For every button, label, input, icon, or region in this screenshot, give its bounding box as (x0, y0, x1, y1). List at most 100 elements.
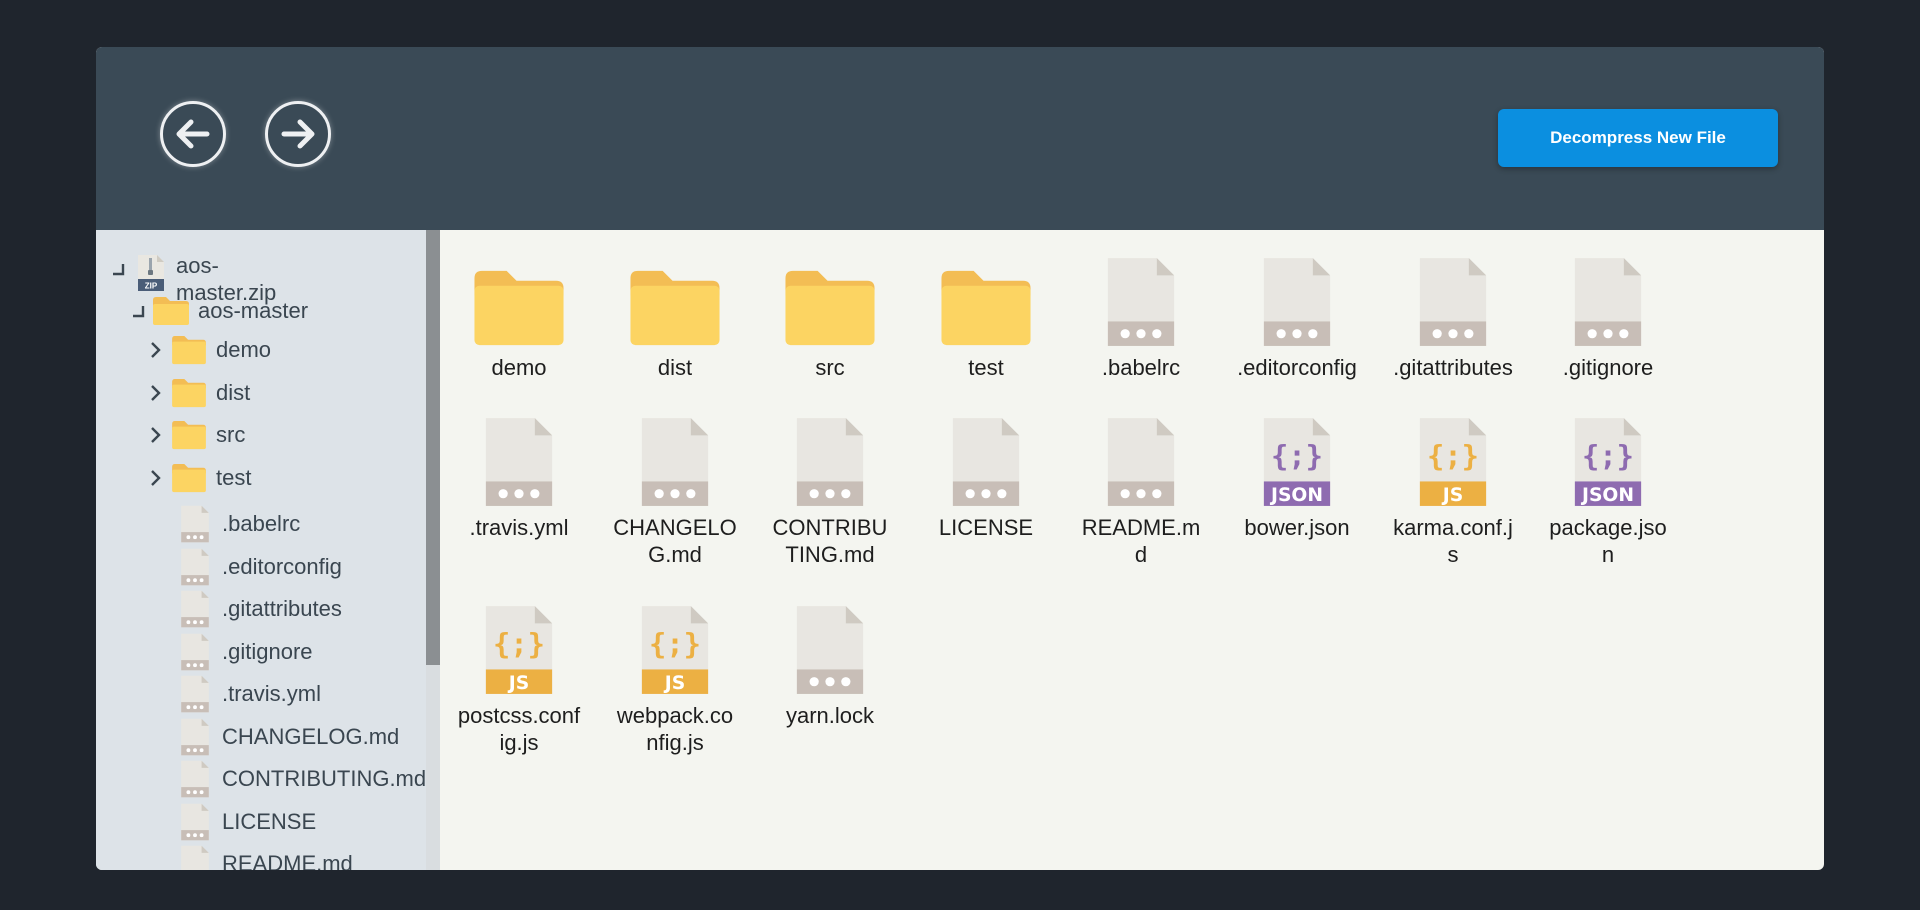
decompress-new-file-button[interactable]: Decompress New File (1498, 109, 1778, 167)
folder-icon (630, 270, 720, 346)
grid-item-package-json[interactable]: {;} JSON package.json (1545, 418, 1671, 568)
file-icon (952, 418, 1020, 506)
grid-item-babelrc[interactable]: .babelrc (1078, 258, 1204, 381)
grid-item-name: CHANGELOG.md (613, 515, 737, 567)
grid-item-yarn-lock[interactable]: yarn.lock (767, 606, 893, 729)
collapse-icon[interactable] (130, 300, 146, 322)
grid-item-name: postcss.config.js (457, 703, 581, 755)
file-icon (1107, 258, 1175, 346)
file-icon (1263, 258, 1331, 346)
folder-icon (474, 270, 564, 346)
svg-text:JS: JS (507, 673, 529, 694)
tree-item-changelog-md[interactable]: CHANGELOG.md (180, 718, 399, 756)
tree-item-label: dist (216, 379, 251, 405)
tree-folder-aos-master[interactable]: aos-master (130, 294, 308, 328)
js-file-icon: {;} JS (641, 606, 709, 694)
grid-item-name: .gitattributes (1393, 355, 1513, 380)
tree-item-label: .travis.yml (222, 681, 321, 706)
grid-item-changelog-md[interactable]: CHANGELOG.md (612, 418, 738, 568)
grid-item-travis-yml[interactable]: .travis.yml (456, 418, 582, 541)
tree-item-dist[interactable]: dist (148, 378, 250, 408)
grid-item-icon (794, 606, 866, 696)
grid-item-name: .babelrc (1101, 355, 1181, 380)
file-icon (181, 505, 209, 543)
tree-item-test[interactable]: test (148, 463, 251, 493)
tree-item-label: .gitattributes (222, 596, 342, 621)
tree-item-license[interactable]: LICENSE (180, 803, 316, 841)
grid-item-editorconfig[interactable]: .editorconfig (1234, 258, 1360, 381)
sidebar-scrollbar-thumb[interactable] (426, 230, 440, 665)
grid-item-name: .editorconfig (1237, 355, 1357, 380)
grid-item-name: src (815, 355, 845, 380)
chevron-right-icon[interactable] (148, 467, 164, 489)
file-icon (1107, 418, 1175, 506)
svg-text:{;}: {;} (649, 627, 701, 661)
tree-item-babelrc[interactable]: .babelrc (180, 505, 300, 543)
tree-folder-label: aos-master (198, 298, 309, 323)
tree-item-label: LICENSE (222, 808, 317, 834)
svg-text:JS: JS (1441, 485, 1463, 506)
tree-item-label: .gitignore (222, 638, 313, 664)
tree-item-editorconfig[interactable]: .editorconfig (180, 548, 342, 586)
js-file-icon: {;} JS (485, 606, 553, 694)
grid-item-dist[interactable]: dist (612, 260, 738, 381)
grid-item-demo[interactable]: demo (456, 260, 582, 381)
chevron-right-icon[interactable] (148, 382, 164, 404)
arrow-left-icon (176, 119, 210, 149)
grid-item-readme-md[interactable]: README.md (1078, 418, 1204, 568)
grid-item-karma-conf-js[interactable]: {;} JS karma.conf.js (1390, 418, 1516, 568)
grid-item-name: CONTRIBUTING.md (772, 515, 888, 567)
tree-item-readme-md[interactable]: README.md (180, 845, 353, 870)
collapse-icon[interactable] (110, 258, 126, 280)
grid-item-name: webpack.config.js (616, 703, 734, 755)
tree-item-gitignore[interactable]: .gitignore (180, 633, 313, 671)
file-icon (181, 548, 209, 585)
svg-text:{;}: {;} (1582, 439, 1634, 473)
grid-item-icon (794, 418, 866, 508)
grid-item-test[interactable]: test (923, 260, 1049, 381)
grid-item-icon: {;} JSON (1572, 418, 1644, 508)
tree-item-gitattributes[interactable]: .gitattributes (180, 590, 342, 628)
tree-item-src[interactable]: src (148, 420, 245, 450)
grid-item-gitattributes[interactable]: .gitattributes (1390, 258, 1516, 381)
folder-icon (172, 378, 206, 407)
svg-text:{;}: {;} (1427, 439, 1479, 473)
grid-item-name: README.md (1081, 515, 1201, 567)
grid-item-bower-json[interactable]: {;} JSON bower.json (1234, 418, 1360, 541)
grid-item-postcss-config-js[interactable]: {;} JS postcss.config.js (456, 606, 582, 756)
folder-icon (153, 297, 189, 325)
svg-text:{;}: {;} (1271, 439, 1323, 473)
file-icon (181, 718, 209, 755)
chevron-right-icon[interactable] (148, 339, 164, 361)
file-icon (796, 606, 864, 694)
grid-item-icon (483, 418, 555, 508)
tree-item-label: demo (216, 337, 272, 362)
tree-item-label: README.md (222, 851, 353, 870)
back-button[interactable] (160, 101, 226, 167)
chevron-right-icon[interactable] (148, 424, 164, 446)
file-icon (181, 760, 209, 798)
grid-item-contributing-md[interactable]: CONTRIBUTING.md (767, 418, 893, 568)
grid-item-src[interactable]: src (767, 260, 893, 381)
grid-item-icon (628, 260, 722, 348)
grid-item-gitignore[interactable]: .gitignore (1545, 258, 1671, 381)
file-icon (641, 418, 709, 506)
forward-button[interactable] (265, 101, 331, 167)
tree-item-travis-yml[interactable]: .travis.yml (180, 675, 321, 713)
grid-item-icon (1105, 418, 1177, 508)
svg-text:JSON: JSON (1580, 485, 1634, 506)
tree-item-contributing-md[interactable]: CONTRIBUTING.md (180, 760, 426, 798)
grid-item-icon: {;} JS (639, 606, 711, 696)
grid-item-icon: {;} JSON (1261, 418, 1333, 508)
grid-item-name: karma.conf.js (1393, 515, 1513, 567)
tree-item-label: .editorconfig (222, 553, 342, 579)
grid-item-icon (783, 260, 877, 348)
file-icon (181, 803, 209, 840)
grid-item-icon (1105, 258, 1177, 348)
grid-item-license[interactable]: LICENSE (923, 418, 1049, 541)
tree-item-demo[interactable]: demo (148, 335, 271, 365)
grid-item-webpack-config-js[interactable]: {;} JS webpack.config.js (612, 606, 738, 756)
folder-icon (785, 270, 875, 346)
js-file-icon: {;} JS (1419, 418, 1487, 506)
grid-item-icon: {;} JS (1417, 418, 1489, 508)
